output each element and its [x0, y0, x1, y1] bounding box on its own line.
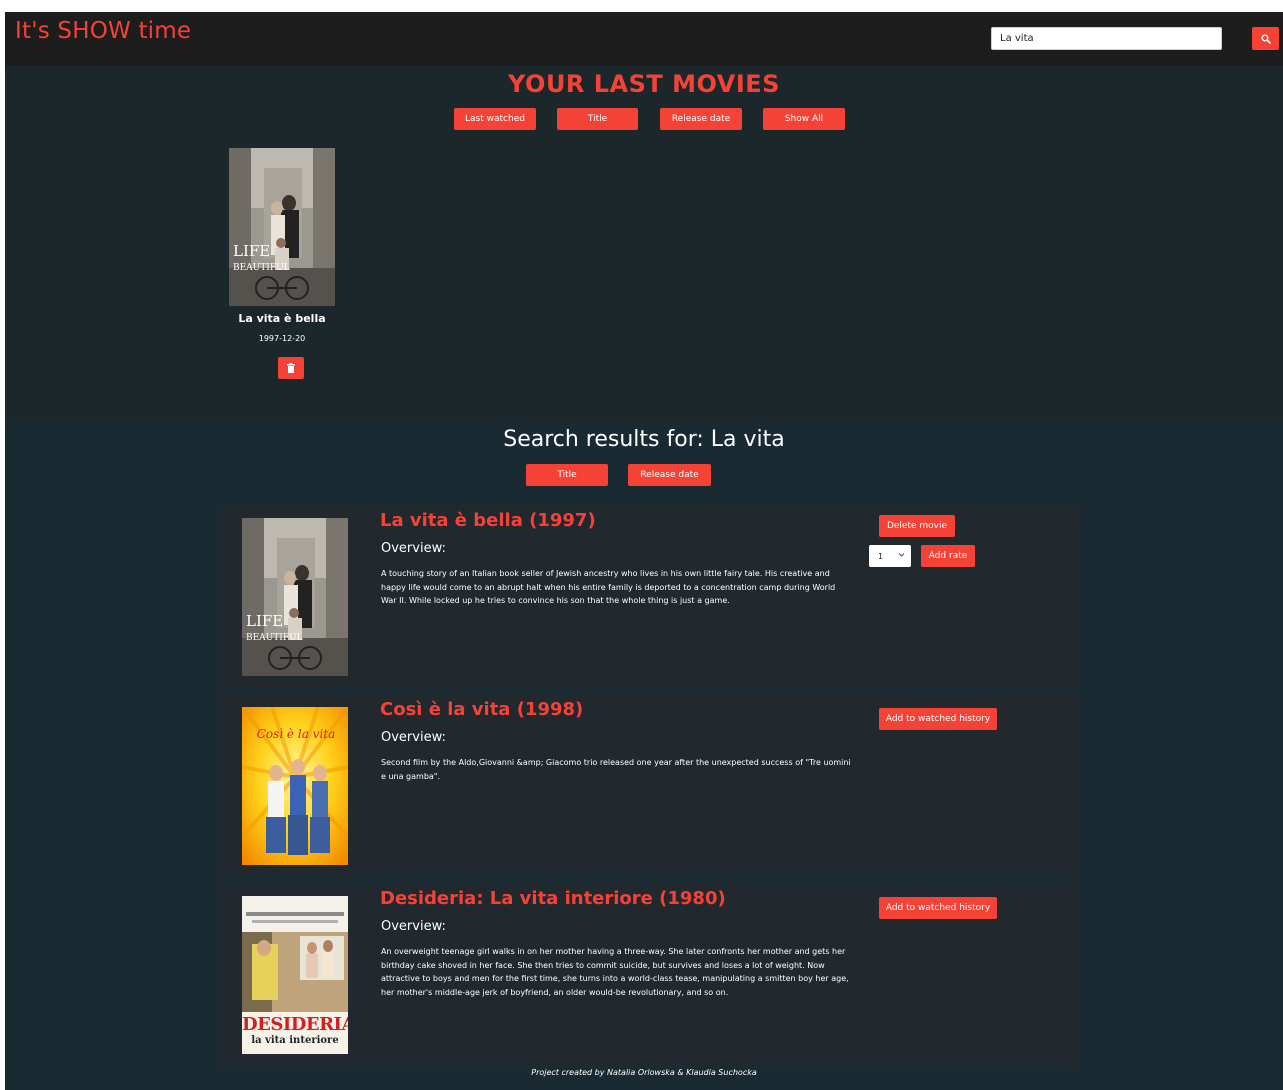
rate-select[interactable]: 1 — [869, 545, 911, 567]
rate-value: 1 — [878, 551, 884, 561]
result-card: Così è la vita Così è la vita (1998) Ove… — [220, 694, 1079, 876]
last-movie-title[interactable]: La vita è bella — [209, 312, 355, 325]
overview-text: A touching story of an Italian book sell… — [381, 569, 836, 605]
sort-release-date-button[interactable]: Release date — [660, 108, 742, 130]
result-title[interactable]: Così è la vita (1998) — [380, 699, 583, 720]
movie-poster[interactable]: LIFE BEAUTIFUL — [242, 518, 348, 676]
overview-text: An overweight teenage girl walks in on h… — [381, 947, 849, 997]
trash-icon — [287, 363, 295, 373]
show-all-button[interactable]: Show All — [763, 108, 845, 130]
search-results-title: Search results for: La vita — [503, 427, 785, 452]
last-movie-date: 1997-12-20 — [258, 334, 306, 343]
footer-credit: Project created by Natalia Orlowska & Kl… — [531, 1068, 757, 1077]
results-sort-release-date-button[interactable]: Release date — [628, 464, 711, 486]
movie-poster[interactable]: DESIDERIA la vita interiore — [242, 896, 348, 1054]
poster-title-text: Così è la vita — [256, 727, 336, 741]
movie-poster[interactable]: Così è la vita — [242, 707, 348, 865]
search-icon — [1261, 34, 1271, 44]
results-sort-title-button[interactable]: Title — [526, 464, 608, 486]
last-movies-title: YOUR LAST MOVIES — [508, 70, 780, 98]
poster-title-text: DESIDERIA — [242, 1014, 348, 1035]
add-to-watched-history-button[interactable]: Add to watched history — [879, 897, 997, 919]
poster-subtitle-text: la vita interiore — [251, 1035, 339, 1046]
result-title[interactable]: La vita è bella (1997) — [380, 510, 596, 531]
add-to-watched-history-button[interactable]: Add to watched history — [879, 708, 997, 730]
overview-label: Overview: — [381, 730, 446, 745]
chevron-down-icon — [898, 553, 905, 557]
search-input[interactable] — [991, 27, 1222, 50]
sort-last-watched-button[interactable]: Last watched — [454, 108, 536, 130]
last-movies-section: YOUR LAST MOVIES Last watched Title Rele… — [5, 66, 1283, 422]
result-title[interactable]: Desideria: La vita interiore (1980) — [380, 888, 726, 909]
search-results-section: Search results for: La vita Title Releas… — [5, 422, 1283, 1090]
app-frame: It's SHOW time YOUR LAST MOVIES Last wat… — [5, 12, 1283, 1090]
result-card: DESIDERIA la vita interiore Desideria: L… — [220, 883, 1079, 1068]
overview-text: Second film by the Aldo,Giovanni &amp; G… — [381, 758, 851, 781]
overview-label: Overview: — [381, 919, 446, 934]
delete-movie-button[interactable]: Delete movie — [879, 515, 955, 537]
sort-title-button[interactable]: Title — [557, 108, 638, 130]
poster-title-text: LIFE BEAUTIFUL — [233, 242, 290, 274]
poster-title-text: LIFE BEAUTIFUL — [246, 612, 303, 644]
delete-last-movie-button[interactable] — [278, 357, 304, 379]
overview-label: Overview: — [381, 541, 446, 556]
top-bar: It's SHOW time — [5, 12, 1283, 66]
search-button[interactable] — [1252, 27, 1279, 50]
add-rate-button[interactable]: Add rate — [921, 545, 975, 567]
result-card: LIFE BEAUTIFUL La vita è bella (1997) Ove… — [220, 505, 1079, 687]
movie-poster[interactable]: LIFE BEAUTIFUL — [229, 148, 335, 306]
brand-logo[interactable]: It's SHOW time — [15, 18, 191, 44]
